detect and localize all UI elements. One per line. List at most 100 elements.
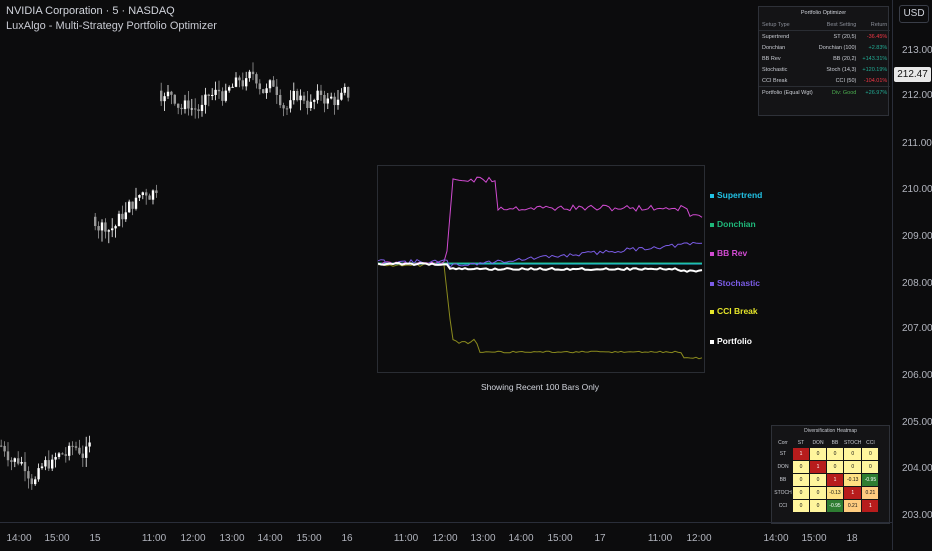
candle [114, 226, 117, 229]
candle [3, 445, 6, 452]
price-tick: 203.00 [902, 510, 932, 521]
candle [187, 100, 190, 109]
best-setting: Div: Good [815, 86, 860, 98]
candle [238, 77, 241, 81]
candle [40, 466, 44, 469]
setup-type: Portfolio (Equal Wgt) [759, 86, 816, 98]
return-value: +26.97% [859, 86, 891, 98]
heatmap-col-label: CCI [866, 439, 875, 446]
candle [224, 90, 227, 101]
candle [166, 91, 170, 97]
time-tick: 12:00 [686, 533, 712, 544]
heatmap-row-label: STOCH [774, 490, 792, 496]
heatmap-cell: 1 [810, 461, 826, 473]
candle [177, 103, 180, 108]
heatmap-cell: 0 [810, 487, 826, 499]
candle [61, 453, 64, 455]
candle [97, 226, 100, 231]
legend-swatch [710, 281, 714, 286]
candle [47, 460, 50, 469]
heatmap-cell: 0 [827, 448, 843, 460]
optimizer-header-row: Setup Type Best Setting Return [759, 19, 891, 31]
candle [23, 461, 27, 472]
time-tick: 12:00 [180, 533, 206, 544]
candle [231, 86, 234, 88]
heatmap-cell: -0.13 [827, 487, 843, 499]
time-tick: 16 [341, 533, 353, 544]
candle [316, 90, 319, 101]
heatmap-cell: -0.13 [844, 474, 862, 486]
heatmap-cell: 0 [810, 448, 826, 460]
candle [81, 453, 84, 458]
candle [340, 92, 343, 100]
bb-rev-curve [377, 176, 703, 265]
optimizer-title: Portfolio Optimizer [800, 10, 847, 16]
legend-swatch [710, 339, 714, 344]
time-tick: 15:00 [801, 533, 827, 544]
price-tick: 209.00 [902, 231, 932, 242]
time-tick: 15:00 [44, 533, 70, 544]
candle [128, 201, 131, 213]
candle [138, 195, 141, 198]
candle [207, 94, 210, 96]
return-value: +2.83% [868, 44, 888, 51]
candle [336, 99, 340, 106]
best-setting: Stoch (14,3) [826, 66, 857, 73]
recent-bars-note: Showing Recent 100 Bars Only [480, 382, 600, 392]
table-row: Stochastic Stoch (14,3) +120.19% [759, 64, 890, 75]
heatmap-header-row: Corr ST DON BB STOCH CCI [774, 438, 878, 447]
legend-label: Portfolio [717, 336, 752, 346]
legend-cci-break: CCI Break [710, 306, 758, 316]
candle [121, 213, 124, 220]
setup-type: CCI Break [762, 77, 788, 84]
legend-label: Stochastic [717, 278, 760, 288]
heatmap-row-label: BB [779, 477, 787, 483]
legend-donchian: Donchian [710, 219, 756, 229]
legend-portfolio: Portfolio [710, 336, 752, 346]
heatmap-row: DON 0 1 0 0 0 [774, 461, 879, 473]
heatmap-cell: 0 [827, 461, 843, 473]
candle [309, 101, 312, 109]
column-header: Best Setting [815, 19, 860, 31]
indicator-title[interactable]: LuxAlgo - Multi-Strategy Portfolio Optim… [6, 19, 217, 34]
heatmap-cell: 0 [810, 500, 826, 512]
candle [94, 216, 97, 227]
currency-button[interactable]: USD [899, 5, 929, 23]
candle [204, 94, 207, 105]
candle [197, 109, 200, 112]
legend-stochastic: Stochastic [710, 278, 760, 288]
heatmap-cell: 0 [844, 461, 862, 473]
price-scale[interactable]: USD 213.00 212.47 212.00 211.00 210.00 2… [892, 0, 932, 550]
time-axis[interactable]: 14:00 15:00 15 11:00 12:00 13:00 14:00 1… [0, 522, 892, 551]
time-tick: 14:00 [763, 533, 789, 544]
candle [275, 86, 278, 95]
candle [258, 83, 261, 90]
heatmap-cell: 0 [793, 487, 809, 499]
current-price-label: 212.47 [894, 67, 931, 82]
candle [211, 94, 214, 96]
setup-type: BB Rev [762, 55, 781, 62]
price-tick: 210.00 [902, 184, 932, 195]
candle [221, 91, 224, 101]
candle [228, 87, 231, 91]
legend-label: CCI Break [717, 306, 758, 316]
candle [268, 80, 272, 89]
price-tick: 206.00 [902, 370, 932, 381]
heatmap-cell: 0 [810, 474, 826, 486]
candle [145, 192, 148, 196]
candle [6, 451, 10, 461]
candle [323, 94, 326, 104]
candle [302, 95, 306, 101]
heatmap-cell: 1 [827, 474, 843, 486]
time-tick: 13:00 [470, 533, 496, 544]
symbol-title[interactable]: NVIDIA Corporation · 5 · NASDAQ [6, 4, 217, 19]
chart-legend: NVIDIA Corporation · 5 · NASDAQ LuxAlgo … [6, 4, 217, 34]
price-tick: 205.00 [902, 417, 932, 428]
heatmap-cell: 0 [793, 474, 809, 486]
candle [333, 96, 336, 106]
candle [214, 89, 217, 95]
candle [319, 90, 323, 95]
candle [71, 445, 74, 447]
candle [51, 459, 54, 469]
candle [141, 192, 144, 196]
